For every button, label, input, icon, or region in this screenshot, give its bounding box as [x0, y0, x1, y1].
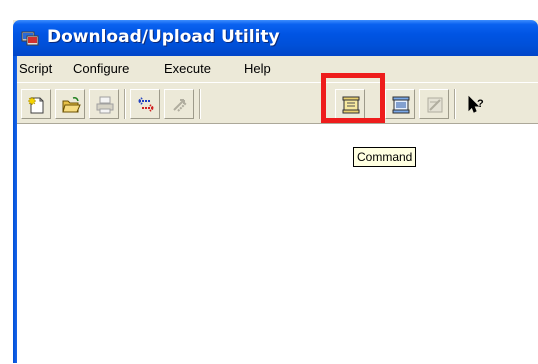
command-tooltip: Command	[353, 147, 417, 167]
app-icon	[21, 29, 39, 47]
menu-script[interactable]: Script	[19, 61, 52, 76]
transfer-button[interactable]	[130, 89, 160, 119]
toolbar: ?	[17, 82, 538, 123]
help-button[interactable]: ?	[460, 89, 490, 119]
command-list-icon	[392, 96, 410, 114]
new-script-icon	[27, 96, 44, 114]
toolbar-separator	[454, 89, 456, 119]
window-title: Download/Upload Utility	[47, 27, 280, 47]
print-icon	[96, 96, 114, 114]
svg-text:?: ?	[477, 98, 484, 110]
edit-disabled-button[interactable]	[419, 89, 449, 119]
command-list-button[interactable]	[385, 89, 415, 119]
menu-configure[interactable]: Configure	[73, 61, 129, 76]
new-script-button[interactable]	[21, 89, 51, 119]
title-bar[interactable]: Download/Upload Utility	[13, 20, 538, 56]
app-window: Download/Upload Utility Script Configure…	[13, 20, 538, 364]
transfer-icon	[138, 97, 154, 112]
menu-help[interactable]: Help	[244, 61, 271, 76]
transfer-disabled-button[interactable]	[164, 89, 194, 119]
help-cursor-icon: ?	[468, 95, 484, 113]
menu-execute[interactable]: Execute	[164, 61, 211, 76]
edit-disabled-icon	[427, 97, 443, 113]
command-button-highlight	[321, 73, 385, 123]
menu-bar: Script Configure Execute Help	[17, 56, 538, 82]
script-area[interactable]	[17, 123, 538, 364]
transfer-disabled-icon	[173, 99, 187, 112]
print-button[interactable]	[89, 89, 119, 119]
open-button[interactable]	[55, 89, 85, 119]
toolbar-separator	[124, 89, 126, 119]
open-folder-icon	[62, 97, 81, 113]
toolbar-separator	[199, 89, 201, 119]
